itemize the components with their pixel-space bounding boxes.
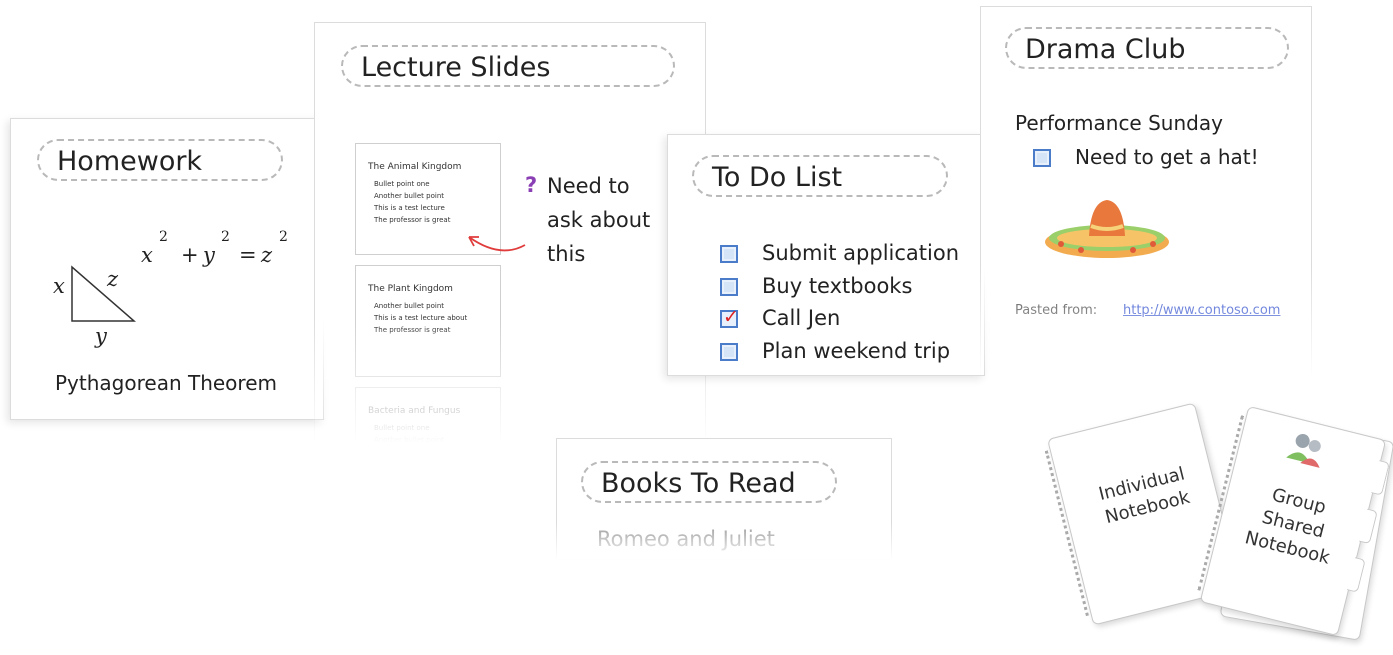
drama-club-title[interactable]: Drama Club [1005,27,1289,69]
triangle-label-y: y [95,324,107,348]
todo-item-label: Buy textbooks [762,274,913,298]
books-title[interactable]: Books To Read [581,461,837,503]
arrow-icon [468,236,526,252]
todo-item-label: Plan weekend trip [762,339,951,363]
todo-item-label: Submit application [762,241,960,265]
drama-task-label: Need to get a hat! [1075,145,1259,169]
note-line-1: Need to [547,174,630,198]
note-line-2: ask about [547,208,651,232]
group-notebook-label: Group Shared Notebook [1242,484,1332,569]
check-icon: ✓ [723,306,739,328]
drama-heading: Performance Sunday [1015,111,1223,135]
note-line-3: this [547,242,586,266]
pasted-link[interactable]: http://www.contoso.com [1123,303,1280,318]
todo-title[interactable]: To Do List [692,155,948,197]
question-icon: ? [525,173,538,197]
lecture-slides-title[interactable]: Lecture Slides [341,45,675,87]
individual-notebook-label: Individual Notebook [1096,463,1193,529]
triangle-label-x: x [53,274,65,298]
todo-checkbox[interactable] [720,245,738,263]
pasted-label: Pasted from: [1015,303,1098,318]
triangle-label-z: z [107,267,119,291]
sombrero-icon [1045,200,1169,258]
drama-club-page[interactable]: Drama Club Performance Sunday Need to ge… [980,6,1312,378]
notebooks-illustration: Individual Notebook Group Shared Noteboo… [1040,380,1393,650]
homework-caption: Pythagorean Theorem [55,371,277,395]
books-page[interactable]: Books To Read Romeo and Juliet [556,438,892,560]
todo-checkbox-checked[interactable]: ✓ [720,306,739,328]
homework-title[interactable]: Homework [37,139,283,181]
users-icon [1286,433,1321,468]
drama-checkbox[interactable] [1033,149,1051,167]
todo-page[interactable]: To Do List Submit application Buy textbo… [667,134,985,376]
homework-page[interactable]: Homework x z y x 2 + y 2 = z 2 Pythagore… [10,118,324,420]
lecture-slides-page[interactable]: Lecture Slides The Animal Kingdom Bullet… [314,22,706,444]
todo-checkbox[interactable] [720,343,738,361]
slide-thumbnail[interactable]: Bacteria and Fungus Bullet point one Ano… [355,387,501,443]
book-item: Romeo and Juliet [597,527,775,551]
slide-thumbnail[interactable]: The Plant Kingdom Another bullet point T… [355,265,501,377]
todo-checkbox[interactable] [720,278,738,296]
todo-item-label: Call Jen [762,306,841,330]
pythagorean-formula: x 2 + y 2 = z 2 [141,229,288,267]
